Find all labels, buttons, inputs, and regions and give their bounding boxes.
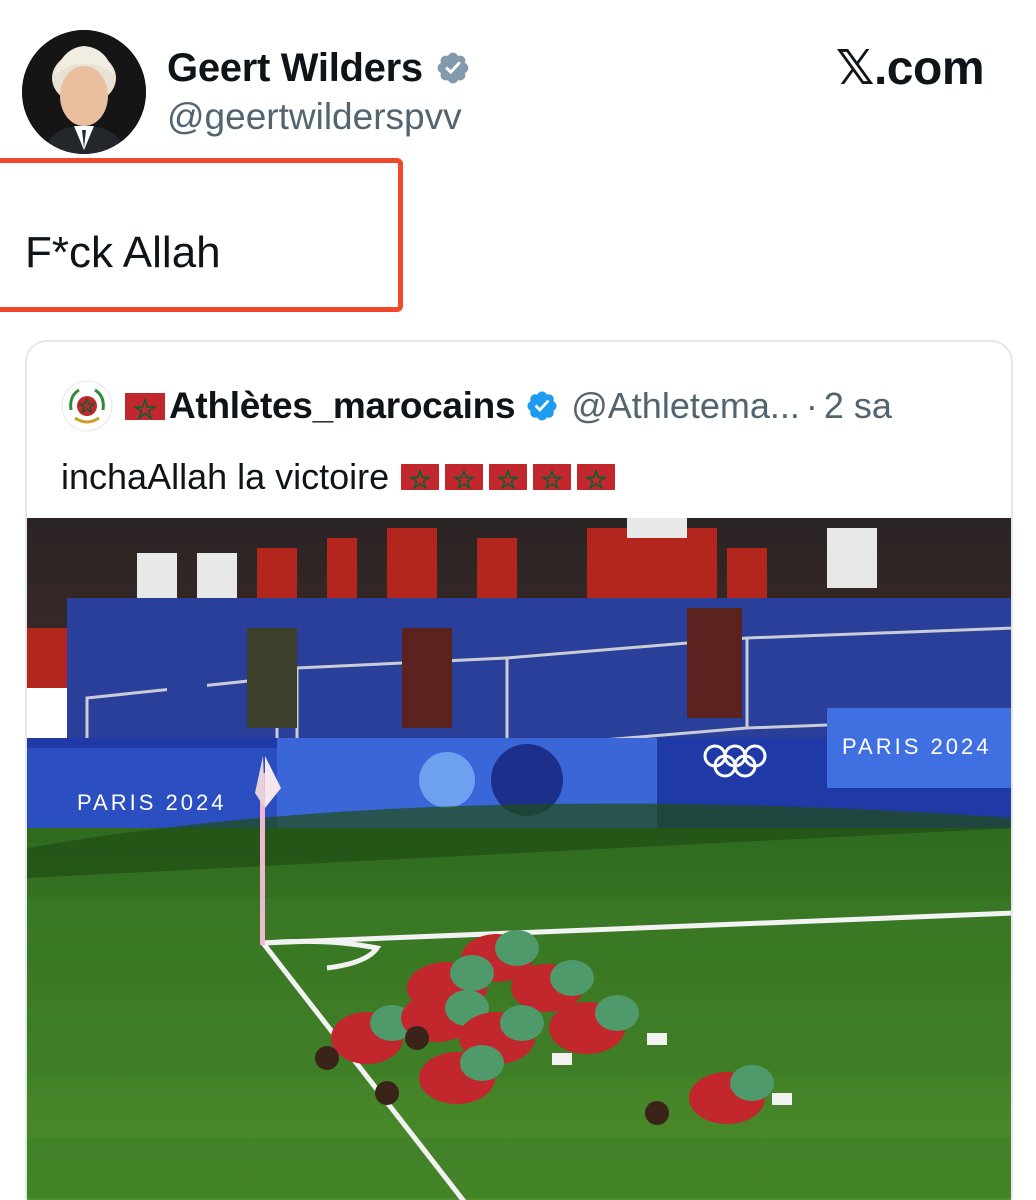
banner-right-text: PARIS 2024 (842, 734, 991, 759)
morocco-flag-icon (125, 392, 165, 420)
morocco-flag-icon (577, 464, 616, 490)
brand-logo: 𝕏.com (835, 42, 985, 95)
post-header: Geert Wilders @geertwilderspvv 𝕏.com (0, 0, 1036, 160)
author-name[interactable]: Geert Wilders (167, 46, 423, 91)
separator-dot: · (805, 385, 818, 426)
quoted-post-photo[interactable]: PARIS 2024 PARIS 2024 (27, 518, 1011, 1200)
post-text: F*ck Allah (25, 228, 221, 277)
morocco-flag-icon (401, 464, 440, 490)
quoted-post-card[interactable]: Athlètes_marocains @Athletema... · 2 sa … (25, 340, 1013, 1200)
morocco-flag-icon (445, 464, 484, 490)
morocco-flag-icon (533, 464, 572, 490)
quoted-author-avatar[interactable] (61, 380, 113, 432)
quoted-post-body: inchaAllah la victoire (61, 452, 621, 502)
quoted-post-header: Athlètes_marocains @Athletema... · 2 sa (61, 378, 892, 434)
flag-emoji-group (401, 464, 621, 490)
verified-badge-blue-icon (527, 391, 557, 421)
banner-left-text: PARIS 2024 (77, 790, 226, 815)
quoted-post-text: inchaAllah la victoire (61, 456, 390, 497)
morocco-flag-icon (489, 464, 528, 490)
quoted-author-handle[interactable]: @Athletema... (571, 385, 800, 427)
author-handle[interactable]: @geertwilderspvv (167, 96, 462, 138)
quoted-post-time[interactable]: 2 sa (824, 385, 892, 427)
author-avatar[interactable] (22, 30, 146, 154)
quoted-author-name[interactable]: Athlètes_marocains (169, 385, 516, 427)
verified-badge-gray-icon (437, 52, 469, 84)
